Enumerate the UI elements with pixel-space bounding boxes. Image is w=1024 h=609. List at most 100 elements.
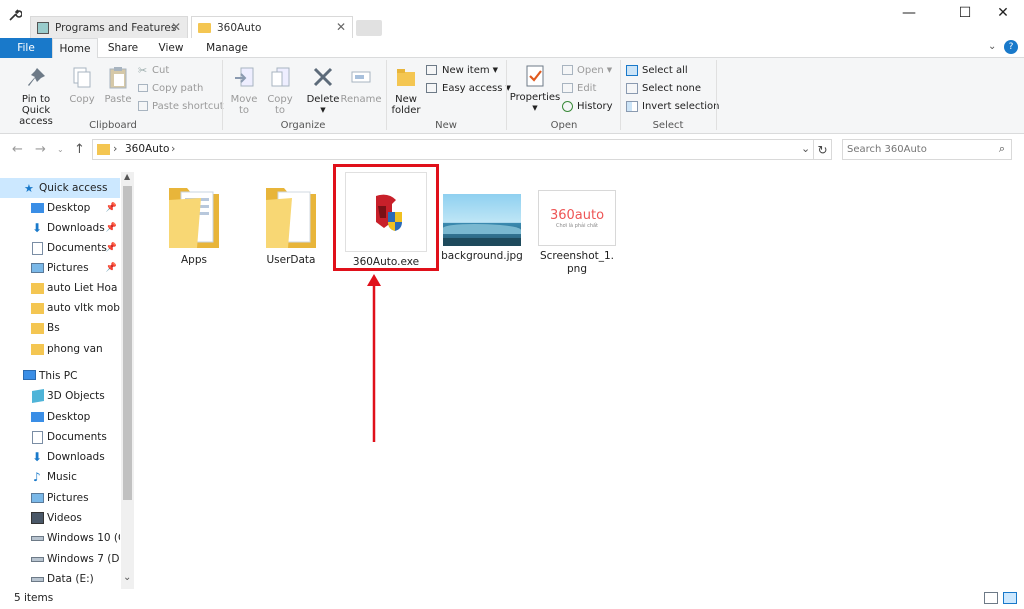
nav-item-videos[interactable]: Videos [0, 508, 120, 528]
tab-360auto[interactable]: 360Auto ✕ [191, 16, 353, 38]
nav-item-documents[interactable]: Documents 📌 [0, 238, 120, 258]
back-arrow-icon[interactable]: ← [12, 142, 23, 157]
help-icon[interactable]: ? [1004, 40, 1018, 54]
nav-item-desktop[interactable]: Desktop 📌 [0, 198, 120, 218]
copy-button[interactable]: Copy [66, 66, 98, 105]
paste-shortcut-label: Paste shortcut [152, 100, 224, 112]
up-arrow-icon[interactable]: ↑ [74, 142, 85, 157]
scroll-up-icon[interactable]: ▲ [124, 172, 130, 181]
history-icon [562, 100, 573, 112]
paste-shortcut-button[interactable]: Paste shortcut [138, 98, 224, 114]
nav-item-3d-objects[interactable]: 3D Objects [0, 386, 120, 406]
address-dropdown-icon[interactable]: ⌄ [801, 142, 810, 155]
nav-quick-access[interactable]: ★ Quick access [0, 178, 120, 198]
close-tab-icon[interactable]: ✕ [336, 20, 346, 34]
select-all-button[interactable]: Select all [626, 62, 688, 78]
expand-ribbon-icon[interactable]: ⌄ [988, 41, 996, 52]
properties-button[interactable]: Properties ▼ [510, 64, 560, 114]
recent-locations-icon[interactable]: ⌄ [57, 145, 64, 154]
file-item-userdata[interactable]: UserData [246, 178, 336, 267]
rename-label: Rename [340, 94, 382, 105]
refresh-button[interactable]: ↻ [814, 139, 832, 160]
file-item-screenshot-png[interactable]: 360auto Chơi là phải chất Screenshot_1.p… [532, 178, 622, 276]
nav-this-pc[interactable]: This PC [0, 366, 120, 386]
cut-label: Cut [152, 64, 170, 76]
open-button[interactable]: Open ▼ [562, 62, 612, 78]
pin-icon: 📌 [105, 223, 117, 233]
nav-item-drive-e[interactable]: Data (E:) [0, 569, 120, 589]
chevron-down-icon: ▼ [532, 104, 538, 112]
close-button[interactable]: ✕ [980, 0, 1024, 26]
documents-icon [32, 431, 43, 444]
tab-share[interactable]: Share [100, 38, 146, 58]
address-bar[interactable]: › 360Auto › ⌄ [92, 139, 814, 160]
nav-item-music[interactable]: ♪ Music [0, 467, 120, 487]
paste-icon [109, 67, 127, 89]
nav-pane-scrollbar[interactable]: ▲ ⌄ [121, 172, 134, 590]
nav-item-pc-desktop[interactable]: Desktop [0, 407, 120, 427]
nav-item-pc-downloads[interactable]: ⬇ Downloads [0, 447, 120, 467]
rename-button[interactable]: Rename [340, 66, 382, 105]
properties-icon [526, 65, 544, 87]
refresh-icon: ↻ [817, 142, 828, 157]
file-name: Screenshot_1.png [539, 250, 615, 275]
easy-access-button[interactable]: Easy access ▼ [426, 80, 511, 96]
copy-path-button[interactable]: Copy path [138, 80, 203, 96]
nav-item-bs[interactable]: Bs [0, 318, 120, 338]
new-folder-button[interactable]: New folder [390, 66, 422, 116]
nav-item-drive-c[interactable]: Windows 10 (C:) [0, 528, 120, 548]
minimize-button[interactable]: — [886, 0, 932, 26]
invert-selection-button[interactable]: Invert selection [626, 98, 720, 114]
nav-item-drive-d[interactable]: Windows 7 (D:) [0, 549, 120, 569]
large-icons-view-icon[interactable] [1003, 592, 1017, 604]
nav-item-pc-pictures[interactable]: Pictures [0, 488, 120, 508]
search-box[interactable]: ⌕ [842, 139, 1012, 160]
tab-file[interactable]: File [0, 38, 52, 58]
folder-icon [198, 22, 211, 33]
3d-objects-icon [32, 388, 44, 404]
nav-label: Data (E:) [47, 573, 94, 585]
nav-label: Pictures [47, 262, 89, 274]
wrench-icon[interactable] [8, 8, 23, 25]
tab-view[interactable]: View [148, 38, 194, 58]
file-item-apps[interactable]: Apps [149, 178, 239, 267]
paste-button[interactable]: Paste [102, 66, 134, 105]
select-none-button[interactable]: Select none [626, 80, 701, 96]
pictures-icon [31, 263, 44, 273]
drive-icon [31, 577, 44, 582]
breadcrumb-360auto[interactable]: 360Auto [125, 143, 169, 155]
tab-manage[interactable]: Manage [200, 38, 254, 58]
move-to-button[interactable]: Move to [228, 66, 260, 116]
nav-item-pc-documents[interactable]: Documents [0, 427, 120, 447]
new-item-button[interactable]: New item ▼ [426, 62, 498, 78]
scroll-down-icon[interactable]: ⌄ [123, 572, 131, 583]
nav-item-pictures[interactable]: Pictures 📌 [0, 258, 120, 278]
nav-item-auto-vltk-mobile[interactable]: auto vltk mobile [0, 298, 120, 318]
edit-button[interactable]: Edit [562, 80, 596, 96]
tab-home[interactable]: Home [52, 38, 98, 59]
breadcrumb-chevron-icon[interactable]: › [171, 142, 175, 155]
cut-button[interactable]: ✂ Cut [138, 62, 169, 78]
breadcrumb-chevron-icon[interactable]: › [113, 142, 117, 155]
history-button[interactable]: History [562, 98, 613, 114]
nav-item-phong-van[interactable]: phong van [0, 339, 120, 359]
edit-icon [562, 83, 573, 93]
new-tab-button[interactable] [356, 20, 382, 36]
nav-item-downloads[interactable]: ⬇ Downloads 📌 [0, 218, 120, 238]
documents-icon [32, 242, 43, 255]
search-input[interactable] [847, 142, 987, 157]
search-icon[interactable]: ⌕ [999, 142, 1005, 156]
nav-item-auto-liet-hoa[interactable]: auto Liet Hoa [0, 278, 120, 298]
scrollbar-thumb[interactable] [123, 186, 132, 500]
file-item-background-jpg[interactable]: background.jpg [437, 178, 527, 263]
navigation-pane: ★ Quick access Desktop 📌 ⬇ Downloads 📌 D… [0, 170, 134, 590]
tab-programs-and-features[interactable]: Programs and Features ✕ [30, 16, 188, 38]
close-tab-icon[interactable]: ✕ [171, 20, 181, 34]
copy-to-button[interactable]: Copy to [264, 66, 296, 116]
folder-icon [31, 283, 44, 294]
delete-button[interactable]: Delete ▼ [304, 66, 342, 116]
details-view-icon[interactable] [984, 592, 998, 604]
pin-to-quick-access-button[interactable]: Pin to Quick access [6, 66, 66, 127]
forward-arrow-icon[interactable]: → [35, 142, 46, 157]
control-panel-icon [37, 21, 49, 34]
